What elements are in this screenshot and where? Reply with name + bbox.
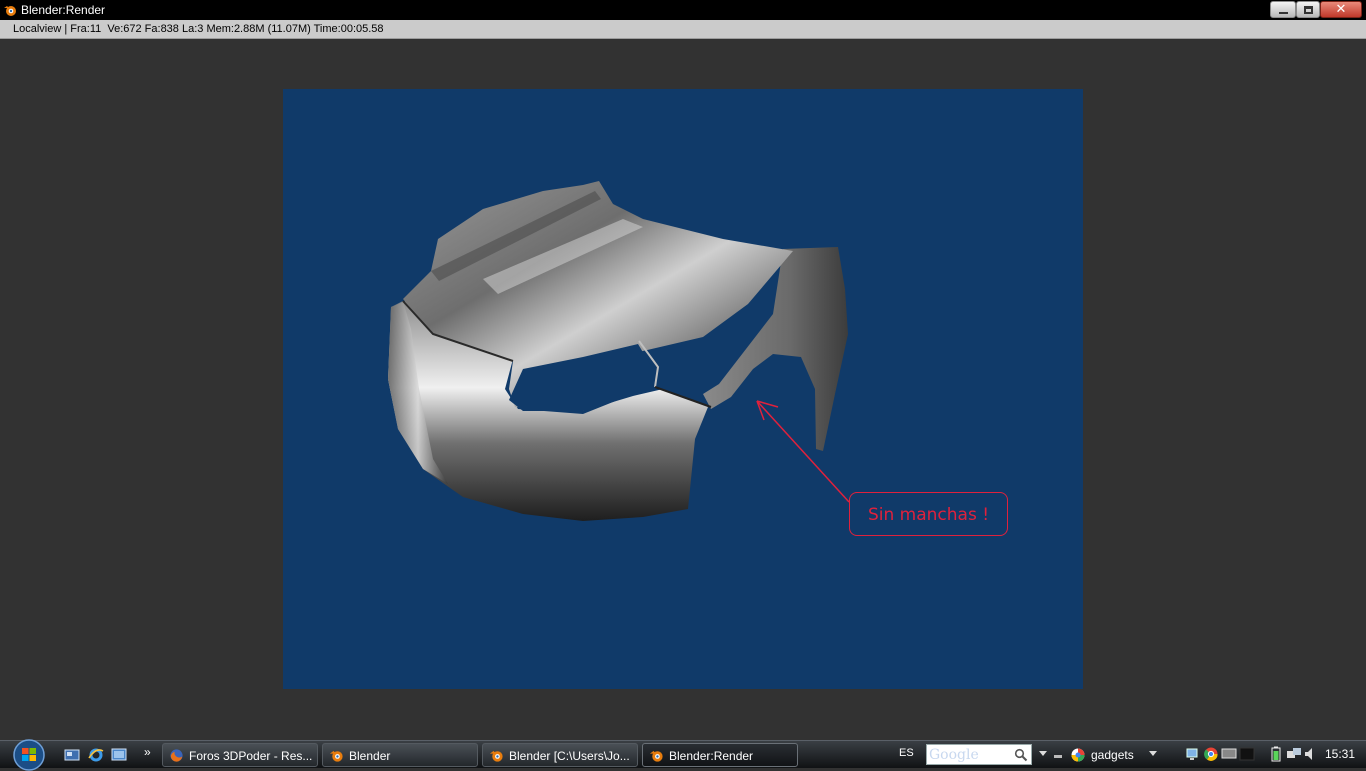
close-icon: ✕ <box>1335 1 1347 16</box>
render-info-bar: Localview | Fra:11 Ve:672 Fa:838 La:3 Me… <box>0 20 1366 39</box>
blender-icon <box>489 750 503 762</box>
taskbar-item-label: Foros 3DPoder - Res... <box>189 749 313 763</box>
render-viewport: Sin manchas ! <box>0 40 1366 740</box>
taskbar-item-blender[interactable]: Blender <box>322 743 478 767</box>
annotation-callout: Sin manchas ! <box>849 492 1008 536</box>
firefox-icon <box>170 749 183 762</box>
minimize-toolbar-icon[interactable] <box>1053 749 1063 761</box>
window-title: Blender:Render <box>21 3 106 17</box>
maximize-icon <box>1304 6 1313 14</box>
clock[interactable]: 15:31 <box>1325 747 1355 761</box>
start-button[interactable] <box>9 737 49 771</box>
gadgets-label: gadgets <box>1091 748 1134 762</box>
render-image: Sin manchas ! <box>283 89 1083 689</box>
taskbar-item-label: Blender [C:\Users\Jo... <box>509 749 630 763</box>
search-icon[interactable] <box>1014 748 1028 762</box>
network-tray-icon[interactable] <box>1185 746 1201 762</box>
minimize-icon <box>1279 12 1288 14</box>
maximize-button[interactable] <box>1296 1 1320 18</box>
car-body-render <box>388 181 850 521</box>
internet-explorer-icon[interactable] <box>88 747 104 763</box>
annotation-arrow <box>756 400 850 503</box>
search-dropdown-icon[interactable] <box>1039 751 1047 756</box>
taskbar-item-label: Blender:Render <box>669 749 754 763</box>
gadgets-icon <box>1071 748 1085 762</box>
taskbar-item-firefox[interactable]: Foros 3DPoder - Res... <box>162 743 318 767</box>
google-search-box[interactable] <box>926 744 1032 765</box>
network-connection-icon[interactable] <box>1286 746 1302 762</box>
language-indicator[interactable]: ES <box>899 747 914 759</box>
taskbar-item-blender-file[interactable]: Blender [C:\Users\Jo... <box>482 743 638 767</box>
window-title-bar[interactable]: Blender:Render ✕ <box>0 0 1366 20</box>
switch-windows-icon[interactable] <box>111 747 127 763</box>
volume-icon[interactable] <box>1303 746 1319 762</box>
render-stats-text: Localview | Fra:11 Ve:672 Fa:838 La:3 Me… <box>13 23 384 35</box>
close-button[interactable]: ✕ <box>1320 1 1362 18</box>
display-tray-icon[interactable] <box>1221 746 1237 762</box>
show-desktop-icon[interactable] <box>64 747 80 763</box>
search-input[interactable] <box>929 746 1015 763</box>
blender-icon <box>4 6 16 16</box>
minimize-button[interactable] <box>1270 1 1296 18</box>
annotation-text: Sin manchas ! <box>867 505 990 525</box>
battery-tray-icon[interactable] <box>1268 746 1284 762</box>
blender-icon <box>649 750 663 762</box>
gadgets-dropdown-icon[interactable] <box>1149 751 1157 756</box>
app-tray-icon[interactable] <box>1239 746 1255 762</box>
taskbar-item-label: Blender <box>349 749 391 763</box>
taskbar: » Foros 3DPoder - Res... Blender Blender… <box>0 737 1366 771</box>
quicklaunch-more-button[interactable]: » <box>144 745 151 759</box>
taskbar-item-blender-render[interactable]: Blender:Render <box>642 743 798 767</box>
blender-icon <box>329 750 343 762</box>
chrome-tray-icon[interactable] <box>1203 746 1219 762</box>
